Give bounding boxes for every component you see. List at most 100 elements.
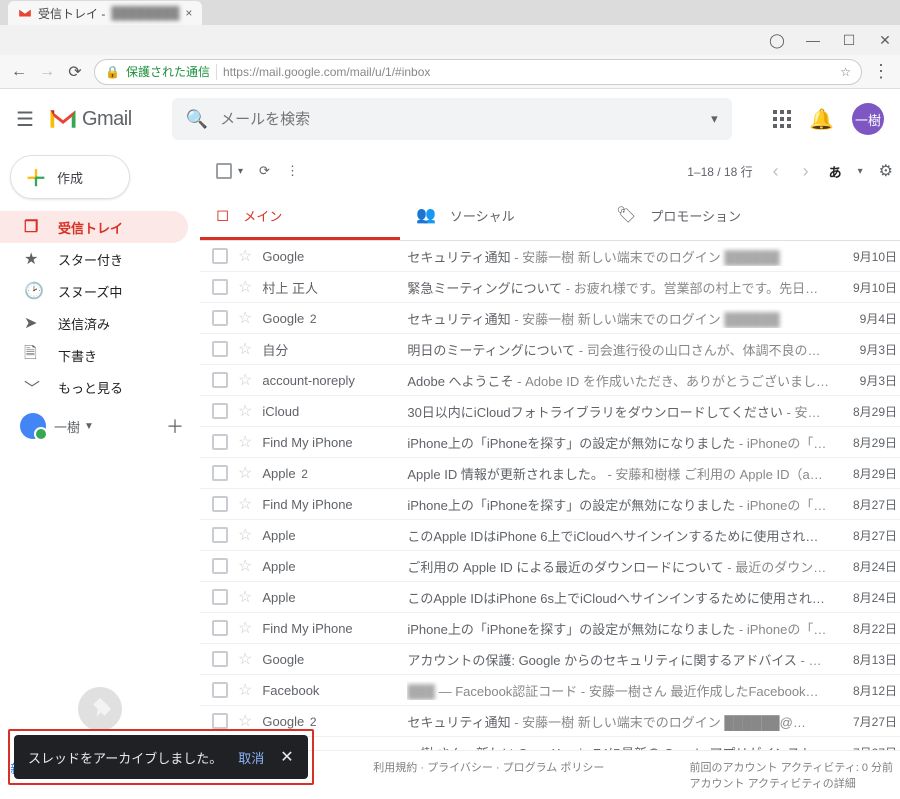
star-icon[interactable]: ☆ <box>238 401 252 421</box>
apps-icon[interactable] <box>773 110 791 128</box>
thread-row[interactable]: ☆ Google 2 セキュリティ通知 - 安藤一樹 新しい端末でのログイン █… <box>200 303 900 334</box>
forward-icon[interactable]: → <box>38 63 56 81</box>
thread-row[interactable]: ☆ Apple このApple IDはiPhone 6上でiCloudへサインイ… <box>200 520 900 551</box>
chevron-down-icon[interactable]: ▼ <box>84 421 94 432</box>
thread-checkbox[interactable] <box>212 620 228 636</box>
sidebar-item-label: 受信トレイ <box>58 218 123 237</box>
activity-details-link[interactable]: アカウント アクティビティの詳細 <box>690 775 893 791</box>
thread-row[interactable]: ☆ Apple 2 Apple ID 情報が更新されました。 - 安藤和樹様 ご… <box>200 458 900 489</box>
thread-row[interactable]: ☆ Google セキュリティ通知 - 安藤一樹 新しい端末でのログイン ███… <box>200 241 900 272</box>
sidebar-item-file[interactable]: 🗎下書き <box>0 339 188 371</box>
back-icon[interactable]: ← <box>10 63 28 81</box>
thread-row[interactable]: ☆ 自分 明日のミーティングについて - 司会進行役の山口さんが、体調不良の… … <box>200 334 900 365</box>
star-icon[interactable]: ☆ <box>238 556 252 576</box>
thread-checkbox[interactable] <box>212 248 228 264</box>
toast-message: スレッドをアーカイブしました。 <box>28 748 222 767</box>
browser-menu-icon[interactable]: ⋮ <box>872 61 890 82</box>
category-tab[interactable]: 🏷プロモーション <box>600 193 800 240</box>
star-icon[interactable]: ☆ <box>238 525 252 545</box>
undo-link[interactable]: 取消 <box>238 748 264 767</box>
star-icon[interactable]: ☆ <box>238 308 252 328</box>
star-icon[interactable]: ☆ <box>238 246 252 266</box>
next-page-icon[interactable]: › <box>799 161 813 182</box>
star-icon[interactable]: ☆ <box>238 432 252 452</box>
thread-checkbox[interactable] <box>212 403 228 419</box>
thread-checkbox[interactable] <box>212 434 228 450</box>
star-icon[interactable]: ☆ <box>238 277 252 297</box>
refresh-icon[interactable]: ⟳ <box>259 163 270 179</box>
input-method[interactable]: あ <box>829 162 842 181</box>
thread-checkbox[interactable] <box>212 713 228 729</box>
category-tab[interactable]: ◻メイン <box>200 193 400 240</box>
toast-close-icon[interactable]: ✕ <box>280 747 293 767</box>
thread-checkbox[interactable] <box>212 341 228 357</box>
thread-checkbox[interactable] <box>212 558 228 574</box>
thread-checkbox[interactable] <box>212 279 228 295</box>
sidebar-item-inbox[interactable]: ❐受信トレイ <box>0 211 188 243</box>
star-icon[interactable]: ☆ <box>238 711 252 731</box>
thread-row[interactable]: ☆ Apple このApple IDはiPhone 6s上でiCloudへサイン… <box>200 582 900 613</box>
select-dropdown-icon[interactable]: ▾ <box>238 166 243 177</box>
settings-icon[interactable]: ⚙ <box>879 161 893 181</box>
sidebar-item-chev[interactable]: ﹀もっと見る <box>0 371 188 403</box>
star-icon[interactable]: ☆ <box>238 618 252 638</box>
prev-page-icon[interactable]: ‹ <box>769 161 783 182</box>
thread-row[interactable]: ☆ iCloud 30日以内にiCloudフォトライブラリをダウンロードしてくだ… <box>200 396 900 427</box>
thread-row[interactable]: ☆ Find My iPhone iPhone上の「iPhoneを探す」の設定が… <box>200 427 900 458</box>
search-box[interactable]: 🔍 ▾ <box>172 98 732 140</box>
thread-subject: セキュリティ通知 - 安藤一樹 新しい端末でのログイン ██████@… <box>407 712 829 731</box>
footer-links[interactable]: 利用規約 · プライバシー · プログラム ポリシー <box>373 759 604 791</box>
thread-row[interactable]: ☆ Google アカウントの保護: Google からのセキュリティに関するア… <box>200 644 900 675</box>
star-icon[interactable]: ☆ <box>238 463 252 483</box>
close-window-icon[interactable]: ✕ <box>876 32 894 49</box>
thread-row[interactable]: ☆ account-noreply Adobe へようこそ - Adobe ID… <box>200 365 900 396</box>
thread-date: 8月29日 <box>839 403 897 420</box>
gmail-logo[interactable]: Gmail <box>48 107 132 131</box>
thread-row[interactable]: ☆ 村上 正人 緊急ミーティングについて - お疲れ様です。営業部の村上です。先… <box>200 272 900 303</box>
thread-checkbox[interactable] <box>212 372 228 388</box>
notifications-icon[interactable]: 🔔 <box>809 107 834 132</box>
compose-button[interactable]: ＋ 作成 <box>10 155 130 199</box>
thread-checkbox[interactable] <box>212 589 228 605</box>
thread-checkbox[interactable] <box>212 496 228 512</box>
star-icon[interactable]: ☆ <box>238 494 252 514</box>
thread-row[interactable]: ☆ Apple ご利用の Apple ID による最近のダウンロードについて -… <box>200 551 900 582</box>
sidebar-item-send[interactable]: ➤送信済み <box>0 307 188 339</box>
search-options-icon[interactable]: ▾ <box>711 111 718 127</box>
star-icon[interactable]: ☆ <box>238 339 252 359</box>
url-field[interactable]: 🔒 保護された通信 https://mail.google.com/mail/u… <box>94 59 862 85</box>
thread-checkbox[interactable] <box>212 682 228 698</box>
more-icon[interactable]: ⋮ <box>286 163 299 179</box>
new-chat-icon[interactable]: ＋ <box>166 413 184 439</box>
account-avatar[interactable]: 一樹 <box>852 103 884 135</box>
account-icon[interactable]: ◯ <box>768 32 786 49</box>
thread-checkbox[interactable] <box>212 310 228 326</box>
thread-row[interactable]: ☆ Find My iPhone iPhone上の「iPhoneを探す」の設定が… <box>200 489 900 520</box>
category-label: ソーシャル <box>450 206 515 225</box>
bookmark-star-icon[interactable]: ☆ <box>840 65 851 79</box>
search-icon[interactable]: 🔍 <box>186 109 208 130</box>
sidebar-item-star[interactable]: ★スター付き <box>0 243 188 275</box>
star-icon[interactable]: ☆ <box>238 370 252 390</box>
thread-checkbox[interactable] <box>212 465 228 481</box>
thread-row[interactable]: ☆ Facebook ███ — Facebook認証コード - 安藤一樹さん … <box>200 675 900 706</box>
thread-row[interactable]: ☆ Find My iPhone iPhone上の「iPhoneを探す」の設定が… <box>200 613 900 644</box>
star-icon[interactable]: ☆ <box>238 680 252 700</box>
thread-date: 8月13日 <box>839 651 897 668</box>
sidebar-item-clock[interactable]: 🕑スヌーズ中 <box>0 275 188 307</box>
select-all-checkbox[interactable] <box>216 163 232 179</box>
star-icon[interactable]: ☆ <box>238 587 252 607</box>
star-icon[interactable]: ☆ <box>238 649 252 669</box>
category-tab[interactable]: 👥ソーシャル <box>400 193 600 240</box>
tab-close-icon[interactable]: × <box>185 6 192 20</box>
search-input[interactable] <box>220 111 699 128</box>
minimize-icon[interactable]: — <box>804 32 822 48</box>
maximize-icon[interactable]: ☐ <box>840 32 858 49</box>
thread-checkbox[interactable] <box>212 651 228 667</box>
ime-dropdown-icon[interactable]: ▾ <box>858 166 863 177</box>
browser-tab[interactable]: 受信トレイ - ████████ × <box>8 1 202 25</box>
thread-checkbox[interactable] <box>212 527 228 543</box>
hamburger-icon[interactable]: ☰ <box>16 107 34 132</box>
reload-icon[interactable]: ⟳ <box>66 62 84 82</box>
hangouts-user-row[interactable]: 一樹 ▼ ＋ <box>0 413 200 439</box>
